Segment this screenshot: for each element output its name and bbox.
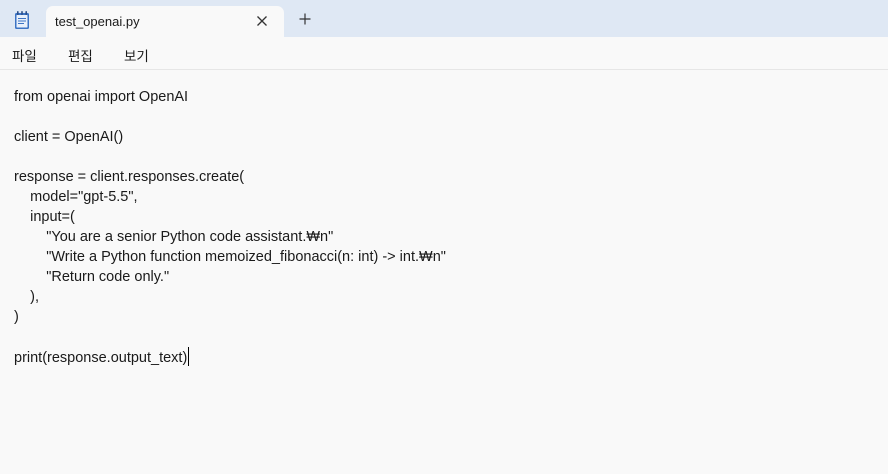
tab-title: test_openai.py	[55, 14, 140, 29]
notepad-icon	[15, 11, 29, 29]
notepad-window: test_openai.py 파일 편집 보기 from openai impo…	[0, 0, 888, 474]
code-line: client = OpenAI()	[14, 129, 124, 145]
menu-edit[interactable]: 편집	[68, 45, 93, 65]
code-line: from openai import OpenAI	[14, 89, 189, 105]
code-line: "You are a senior Python code assistant.…	[14, 229, 334, 245]
code-line: model="gpt-5.5",	[14, 189, 138, 205]
menu-file[interactable]: 파일	[12, 45, 37, 65]
code-line-text: print(response.output_text)	[14, 350, 188, 366]
plus-icon[interactable]	[298, 12, 312, 26]
code-line: response = client.responses.create(	[14, 169, 245, 185]
tab-test-openai[interactable]: test_openai.py	[46, 6, 284, 37]
close-icon[interactable]	[255, 14, 269, 28]
code-line: input=(	[14, 209, 75, 225]
menu-view[interactable]: 보기	[124, 45, 149, 65]
code-line-last: print(response.output_text)	[14, 347, 446, 367]
code-line: "Write a Python function memoized_fibona…	[14, 249, 446, 265]
code-line: ),	[14, 289, 39, 305]
code-line: )	[14, 309, 19, 325]
text-editor[interactable]: from openai import OpenAI client = OpenA…	[0, 70, 888, 474]
tab-strip: test_openai.py	[0, 0, 888, 37]
menu-bar: 파일 편집 보기	[0, 37, 888, 70]
text-caret	[188, 347, 190, 366]
code-line: "Return code only."	[14, 269, 170, 285]
code-content[interactable]: from openai import OpenAI client = OpenA…	[14, 87, 446, 367]
